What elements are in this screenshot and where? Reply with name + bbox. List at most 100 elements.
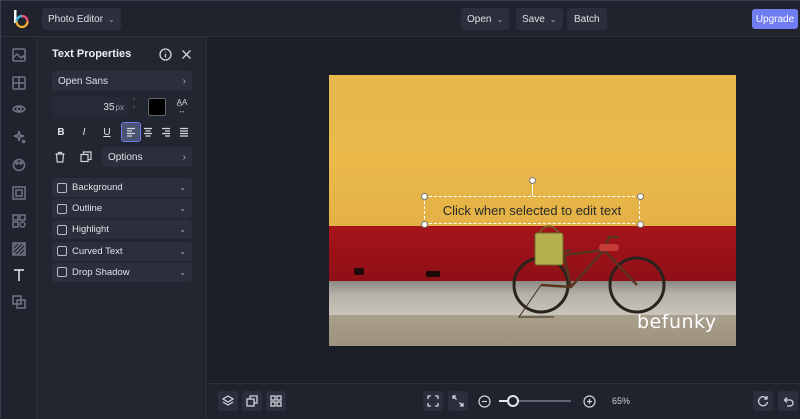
open-label: Open xyxy=(467,13,492,25)
font-family-select[interactable]: Open Sans › xyxy=(52,71,192,91)
resize-handle-br[interactable] xyxy=(637,221,644,228)
section-label: Outline xyxy=(72,203,103,215)
zoom-out-icon[interactable] xyxy=(478,395,491,408)
text-selection-box[interactable]: Click when selected to edit text xyxy=(424,196,640,224)
align-left-button[interactable] xyxy=(121,122,141,142)
batch-button[interactable]: Batch xyxy=(567,8,607,30)
info-icon[interactable] xyxy=(158,47,172,61)
text-case-icon[interactable]: A̲A ↔ xyxy=(174,99,190,116)
frames-icon[interactable] xyxy=(11,185,27,201)
grid-icon xyxy=(270,395,282,407)
justify-button[interactable] xyxy=(175,123,193,141)
chevron-down-icon: ⌄ xyxy=(179,225,186,235)
checkbox[interactable] xyxy=(57,203,67,214)
undo-icon xyxy=(783,397,794,407)
text-color-swatch[interactable] xyxy=(148,98,166,116)
actual-size-icon xyxy=(452,395,464,407)
adjust-tool-icon[interactable] xyxy=(11,75,27,91)
chevron-down-icon: ⌄ xyxy=(179,267,186,277)
chevron-down-icon: ⌄ xyxy=(496,14,504,24)
textures-icon[interactable] xyxy=(11,241,27,257)
top-bar: Photo Editor ⌄ Open ⌄ Save ⌄ Batch Upgra… xyxy=(1,1,800,37)
justify-icon xyxy=(180,127,188,137)
checkbox[interactable] xyxy=(57,267,67,278)
effects-icon[interactable] xyxy=(11,129,27,145)
open-button[interactable]: Open ⌄ xyxy=(461,8,510,30)
chevron-down-icon: ⌄ xyxy=(108,14,115,24)
artsy-icon[interactable] xyxy=(11,157,27,173)
chevron-right-icon: › xyxy=(182,75,186,87)
resize-handle-tl[interactable] xyxy=(421,193,428,200)
section-outline[interactable]: Outline ⌄ xyxy=(52,199,192,219)
close-icon[interactable] xyxy=(179,47,193,61)
chevron-right-icon: › xyxy=(182,151,186,163)
section-curved-text[interactable]: Curved Text ⌄ xyxy=(52,241,192,261)
chevron-down-icon: ⌄ xyxy=(179,183,186,192)
checkbox[interactable] xyxy=(57,182,67,193)
photo-canvas[interactable]: befunky Click when selected to edit text xyxy=(329,75,736,346)
layers-button[interactable] xyxy=(218,391,238,411)
overlays-icon[interactable] xyxy=(11,294,27,310)
text-properties-panel: Text Properties Open Sans › 35 px ˆˇ A̲A… xyxy=(37,37,207,419)
checkbox[interactable] xyxy=(57,224,67,235)
eye-icon[interactable] xyxy=(11,101,27,117)
chevron-down-icon: ⌄ xyxy=(549,14,557,24)
refresh-icon xyxy=(757,396,769,407)
batch-label: Batch xyxy=(574,13,600,25)
section-drop-shadow[interactable]: Drop Shadow ⌄ xyxy=(52,262,192,282)
photo-editor-menu-button[interactable]: Photo Editor ⌄ xyxy=(42,8,121,30)
delete-icon[interactable] xyxy=(54,150,68,164)
section-label: Highlight xyxy=(72,224,109,236)
tool-rail xyxy=(1,37,37,419)
align-right-icon xyxy=(162,127,170,137)
compare-button[interactable] xyxy=(242,391,262,411)
underline-button[interactable]: U xyxy=(98,123,116,141)
align-left-icon xyxy=(127,127,135,137)
save-button[interactable]: Save ⌄ xyxy=(516,8,563,30)
upgrade-button[interactable]: Upgrade xyxy=(752,9,798,29)
bottom-bar: 65% xyxy=(208,383,800,419)
layers-icon xyxy=(222,395,234,406)
zoom-level-label: 65% xyxy=(612,396,631,406)
chevron-down-icon: ⌄ xyxy=(179,204,186,214)
align-right-button[interactable] xyxy=(157,123,175,141)
options-label: Options xyxy=(108,151,143,163)
italic-button[interactable]: I xyxy=(75,123,93,141)
bold-button[interactable]: B xyxy=(52,123,70,141)
save-label: Save xyxy=(522,13,545,25)
section-highlight[interactable]: Highlight ⌄ xyxy=(52,220,192,240)
font-size-input[interactable]: 35 px xyxy=(52,97,128,117)
font-family-value: Open Sans xyxy=(58,75,109,87)
duplicate-icon[interactable] xyxy=(80,150,94,164)
options-button[interactable]: Options › xyxy=(102,147,192,167)
font-size-unit: px xyxy=(115,102,124,112)
section-background[interactable]: Background ⌄ xyxy=(52,178,192,197)
section-label: Background xyxy=(72,182,123,193)
font-size-stepper[interactable]: ˆˇ xyxy=(130,99,138,115)
befunky-logo-icon[interactable] xyxy=(11,9,31,29)
zoom-slider-handle[interactable] xyxy=(507,395,520,407)
image-tool-icon[interactable] xyxy=(11,47,27,63)
rotate-handle[interactable] xyxy=(529,177,536,184)
photo-editor-window: Photo Editor ⌄ Open ⌄ Save ⌄ Batch Upgra… xyxy=(0,0,800,419)
editable-text[interactable]: Click when selected to edit text xyxy=(425,197,639,223)
undo-button[interactable] xyxy=(778,391,798,411)
zoom-slider[interactable] xyxy=(499,395,571,407)
resize-handle-bl[interactable] xyxy=(421,221,428,228)
graphics-icon[interactable] xyxy=(11,213,27,229)
font-size-value: 35 xyxy=(103,101,115,113)
section-label: Curved Text xyxy=(72,245,123,257)
fit-screen-button[interactable] xyxy=(423,391,443,411)
photo-editor-menu-label: Photo Editor xyxy=(48,13,104,25)
panel-title: Text Properties xyxy=(52,48,132,60)
chevron-down-icon: ⌄ xyxy=(179,246,186,256)
resize-handle-tr[interactable] xyxy=(637,193,644,200)
grid-view-button[interactable] xyxy=(266,391,286,411)
text-tool-icon[interactable] xyxy=(11,267,27,283)
reset-button[interactable] xyxy=(753,391,773,411)
actual-size-button[interactable] xyxy=(448,391,468,411)
zoom-in-icon[interactable] xyxy=(583,395,596,408)
checkbox[interactable] xyxy=(57,246,67,257)
compare-icon xyxy=(246,395,258,407)
align-center-button[interactable] xyxy=(139,123,157,141)
